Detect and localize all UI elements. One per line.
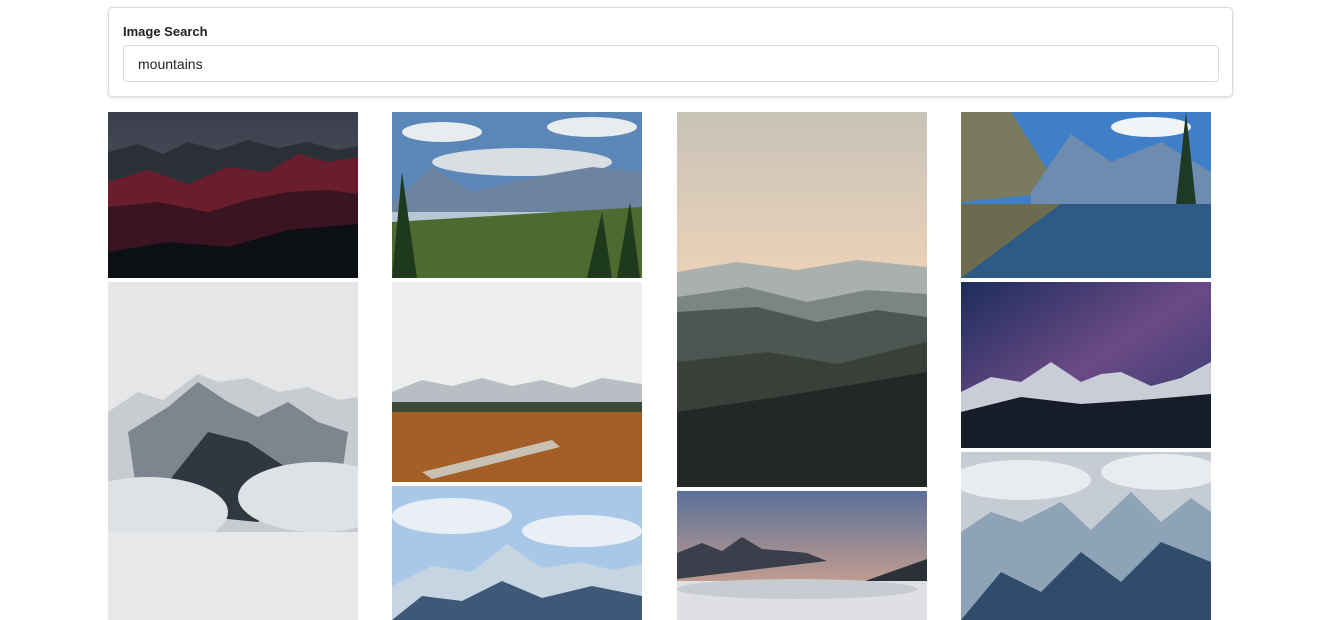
photo-valley-forest-lake[interactable]: [392, 112, 642, 278]
photo-dark-red-mountains[interactable]: [108, 112, 358, 278]
search-label: Image Search: [123, 24, 208, 39]
photo-milky-way-peaks[interactable]: [961, 282, 1211, 448]
photo-alpine-jagged-peaks[interactable]: [961, 452, 1211, 620]
search-panel: Image Search: [108, 7, 1233, 97]
photo-misty-hills-sunset[interactable]: [677, 112, 927, 487]
search-input[interactable]: [123, 45, 1219, 82]
photo-sunset-above-clouds[interactable]: [677, 491, 927, 620]
photo-boardwalk-plains[interactable]: [392, 282, 642, 482]
photo-snow-peak-clouds[interactable]: [108, 282, 358, 620]
photo-lake-reflection-peaks[interactable]: [961, 112, 1211, 278]
photo-snowy-range-blue-sky[interactable]: [392, 486, 642, 620]
